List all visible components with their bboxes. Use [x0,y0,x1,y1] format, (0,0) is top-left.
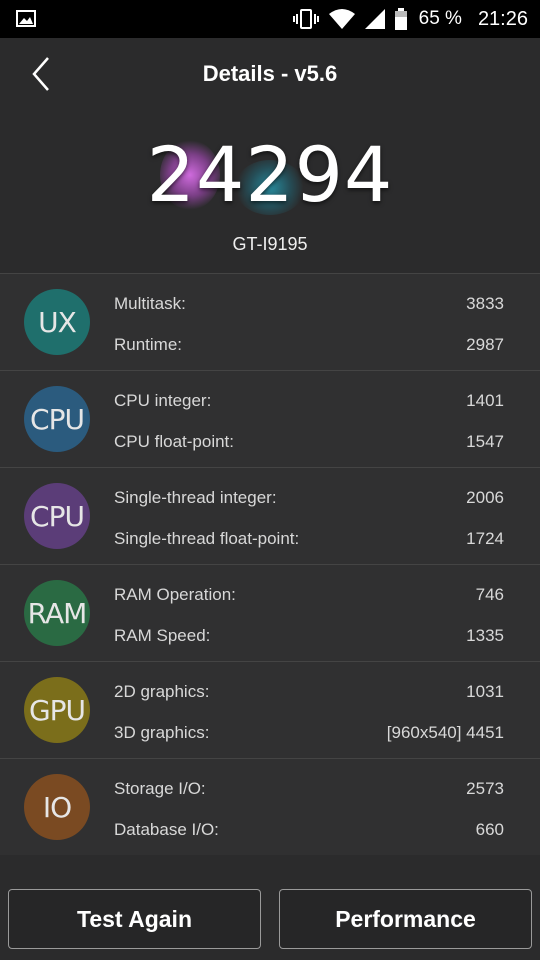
result-label: RAM Operation: [114,585,236,604]
result-row: 3D graphics: [960x540] 4451 [114,723,504,747]
result-label: Runtime: [114,335,183,354]
result-value: 1401 [466,391,504,410]
result-label: CPU float-point: [114,432,234,451]
page-title: Details - v5.6 [202,61,338,86]
device-model: GT-I9195 [232,234,308,254]
result-label: Single-thread integer: [114,488,277,507]
result-value: 1547 [466,432,504,451]
result-label: CPU integer: [114,391,212,410]
result-row: Single-thread integer: 2006 [114,488,504,512]
result-label: Multitask: [114,294,186,313]
result-label: Single-thread float-point: [114,529,300,548]
benchmark-sections: UX Multitask: 3833 Runtime: 2987 CPU CPU… [0,273,540,855]
section-io: IO Storage I/O: 2573 Database I/O: 660 [0,758,540,855]
result-row: Single-thread float-point: 1724 [114,529,504,553]
result-value: 1031 [466,682,504,701]
result-label: Storage I/O: [114,779,206,798]
result-label: RAM Speed: [114,626,211,645]
ux-badge: UX [24,289,90,355]
result-row: RAM Operation: 746 [114,585,504,609]
result-label: 2D graphics: [114,682,210,701]
clock: 21:26 [477,7,528,30]
result-value: 2987 [466,335,504,354]
result-value: 3833 [466,294,504,313]
vibrate-icon [292,8,319,30]
cpu-badge: CPU [24,386,90,452]
result-label: Database I/O: [114,820,219,839]
section-ram: RAM RAM Operation: 746 RAM Speed: 1335 [0,564,540,661]
gpu-badge: GPU [24,677,90,743]
cell-signal-icon [364,9,385,29]
section-cpu-single-thread: CPU Single-thread integer: 2006 Single-t… [0,467,540,564]
image-notification-icon [16,10,36,27]
result-value: 2573 [466,779,504,798]
result-row: CPU integer: 1401 [114,391,504,415]
result-row: Runtime: 2987 [114,335,504,359]
test-again-button[interactable]: Test Again [8,889,261,949]
result-value: 1724 [466,529,504,548]
result-label: 3D graphics: [114,723,210,742]
result-value: 1335 [466,626,504,645]
wifi-icon [328,9,355,29]
result-row: Storage I/O: 2573 [114,779,504,803]
status-bar: 65 % 21:26 [0,0,540,38]
ram-badge: RAM [24,580,90,646]
section-cpu: CPU CPU integer: 1401 CPU float-point: 1… [0,370,540,467]
section-ux: UX Multitask: 3833 Runtime: 2987 [0,273,540,370]
battery-icon [394,8,407,30]
performance-button[interactable]: Performance [279,889,532,949]
result-row: RAM Speed: 1335 [114,626,504,650]
result-row: Database I/O: 660 [114,820,504,844]
app-header: Details - v5.6 [0,38,540,110]
score-panel: 24294 GT-I9195 [0,110,540,275]
result-value: 2006 [466,488,504,507]
cpu-single-thread-badge: CPU [24,483,90,549]
battery-percent: 65 % [418,8,462,29]
result-row: Multitask: 3833 [114,294,504,318]
total-score: 24294 [146,130,394,219]
io-badge: IO [24,774,90,840]
result-value: 660 [475,820,504,839]
result-value: 746 [475,585,504,604]
result-row: 2D graphics: 1031 [114,682,504,706]
result-value: [960x540] 4451 [386,723,504,742]
result-row: CPU float-point: 1547 [114,432,504,456]
section-gpu: GPU 2D graphics: 1031 3D graphics: [960x… [0,661,540,758]
